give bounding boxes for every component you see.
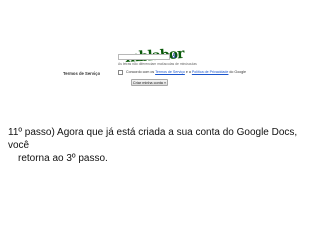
captcha-input[interactable]	[118, 54, 170, 60]
google-signup-screenshot: mblabor & As letras não diferenciam maiú…	[55, 42, 250, 97]
privacy-link[interactable]: Política de Privacidade	[192, 70, 229, 74]
terms-link[interactable]: Termos de Serviço	[155, 70, 185, 74]
caption-line-2: retorna ao 3º passo.	[18, 153, 108, 164]
agree-text: Concordo com os Termos de Serviço e a Po…	[126, 70, 247, 74]
terms-title: Termos de Serviço	[63, 71, 101, 76]
step-caption: 11º passo) Agora que já está criada a su…	[8, 126, 308, 165]
captcha-hint: As letras não diferenciam maiúsculas de …	[118, 62, 197, 66]
agree-checkbox[interactable]	[118, 70, 123, 75]
caption-line-1: 11º passo) Agora que já está criada a su…	[8, 127, 298, 151]
create-account-button[interactable]: Criar minha conta »	[131, 79, 168, 86]
speaker-icon[interactable]: &	[172, 53, 177, 61]
